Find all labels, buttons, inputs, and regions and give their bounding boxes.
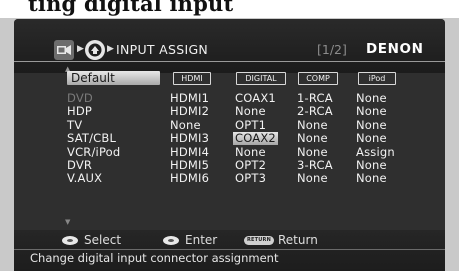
table-row[interactable]: V.AUX HDMI6 OPT3 None None	[14, 172, 445, 185]
ipod-cell[interactable]: None	[356, 132, 387, 145]
breadcrumb-arrow-icon: ▶	[107, 44, 114, 54]
column-header-comp: COMP	[298, 72, 338, 85]
comp-cell[interactable]: None	[297, 172, 328, 185]
hdmi-cell[interactable]: HDMI4	[170, 145, 209, 159]
digital-cell[interactable]: OPT3	[235, 172, 266, 185]
source-name: DVD	[67, 91, 93, 105]
ipod-cell[interactable]: None	[356, 159, 387, 172]
scroll-down-icon: ▼	[65, 218, 71, 226]
hdmi-cell[interactable]: HDMI3	[170, 132, 209, 145]
page-heading-fragment: ting digital input	[0, 0, 459, 18]
comp-cell[interactable]: 3-RCA	[297, 159, 333, 172]
ipod-cell[interactable]: Assign	[356, 145, 395, 159]
menu-title: INPUT ASSIGN	[116, 42, 209, 57]
table-row[interactable]: SAT/CBL HDMI3 COAX2 None None	[14, 131, 445, 146]
guide-enter-label: Enter	[185, 233, 218, 247]
setup-menu-icon	[54, 40, 74, 60]
hdmi-cell[interactable]: None	[170, 118, 201, 132]
comp-cell[interactable]: 2-RCA	[297, 105, 333, 118]
table-row[interactable]: TV None OPT1 None None	[14, 117, 445, 132]
digital-cell[interactable]: COAX1	[235, 92, 276, 105]
hdmi-cell[interactable]: HDMI5	[170, 159, 209, 172]
page-heading-text: ting digital input	[28, 0, 234, 16]
ipod-cell[interactable]: None	[356, 105, 387, 118]
hdmi-cell[interactable]: HDMI2	[170, 105, 209, 118]
digital-cell[interactable]: OPT1	[235, 118, 266, 132]
default-button[interactable]: Default	[67, 71, 160, 85]
table-row[interactable]: DVR HDMI5 OPT2 3-RCA None	[14, 159, 445, 172]
hdmi-cell[interactable]: HDMI6	[170, 172, 209, 185]
guide-select-label: Select	[84, 233, 122, 247]
page-indicator: [1/2]	[317, 42, 347, 57]
source-name: HDP	[67, 104, 93, 119]
guide-return-label: Return	[278, 233, 318, 247]
ipod-cell[interactable]: None	[356, 118, 387, 132]
digital-cell[interactable]: None	[235, 145, 266, 159]
digital-cell[interactable]: COAX2	[233, 132, 278, 146]
source-name: TV	[67, 117, 83, 132]
source-name: V.AUX	[67, 171, 103, 186]
cursor-button-icon	[62, 236, 78, 245]
status-message: Change digital input connector assignmen…	[30, 251, 279, 265]
status-divider	[14, 249, 445, 250]
brand-logo: DENON	[366, 41, 424, 57]
source-name: VCR/iPod	[67, 144, 121, 159]
column-header-hdmi: HDMI	[173, 72, 211, 85]
ipod-cell[interactable]: None	[356, 92, 387, 105]
ipod-cell[interactable]: None	[356, 172, 387, 185]
digital-cell[interactable]: OPT2	[235, 159, 266, 172]
column-header-digital: DIGITAL	[236, 72, 286, 85]
table-row[interactable]: HDP HDMI2 None 2-RCA None	[14, 105, 445, 118]
comp-cell[interactable]: None	[297, 118, 328, 132]
input-setup-icon	[85, 40, 105, 60]
breadcrumb-arrow-icon: ▶	[77, 44, 84, 54]
header-divider	[14, 61, 445, 62]
osd-screen: ▶ ▶ INPUT ASSIGN [1/2] DENON ▲ Default H…	[14, 19, 445, 271]
hdmi-cell[interactable]: HDMI1	[170, 92, 209, 105]
comp-cell[interactable]: None	[297, 145, 328, 159]
table-row[interactable]: DVD HDMI1 COAX1 1-RCA None	[14, 92, 445, 105]
digital-cell[interactable]: None	[235, 105, 266, 118]
column-header-ipod: iPod	[358, 72, 396, 85]
comp-cell[interactable]: 1-RCA	[297, 92, 333, 105]
source-name: SAT/CBL	[67, 131, 117, 146]
menu-header: ▶ ▶ INPUT ASSIGN [1/2] DENON	[14, 19, 445, 73]
source-name: DVR	[67, 158, 93, 172]
table-row[interactable]: VCR/iPod HDMI4 None None Assign	[14, 144, 445, 159]
enter-button-icon	[163, 236, 179, 245]
comp-cell[interactable]: None	[297, 132, 328, 145]
return-button-icon: RETURN	[244, 236, 274, 245]
